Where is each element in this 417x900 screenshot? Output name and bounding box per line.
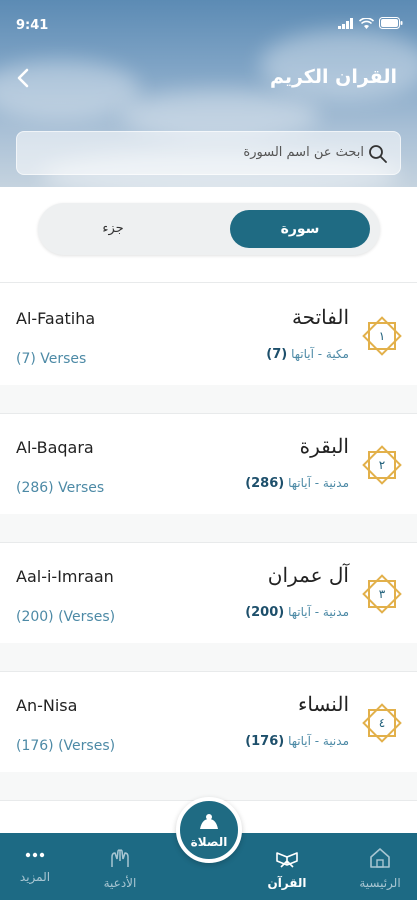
- surah-verses-ar: مدنية - آياتها (176): [245, 734, 349, 749]
- nav-quran[interactable]: القرآن: [252, 847, 322, 890]
- surah-number: ١: [378, 329, 386, 343]
- nav-duas[interactable]: الأدعية: [85, 847, 155, 890]
- surah-verses-ar: مدنية - آياتها (286): [245, 476, 349, 491]
- home-icon: [370, 848, 390, 868]
- surah-type-ar: مدنية - آياتها: [288, 605, 349, 619]
- search-input[interactable]: ابحث عن اسم السورة: [16, 131, 401, 175]
- surah-name-ar: النساء: [297, 692, 349, 716]
- search-icon: [369, 145, 387, 163]
- prayer-button[interactable]: الصلاة: [176, 797, 242, 863]
- signal-icon: [338, 17, 353, 29]
- surah-number-badge: ١: [361, 315, 403, 357]
- page-title: القران الكريم: [269, 66, 397, 88]
- surah-verses-en: (176) (Verses): [16, 738, 116, 754]
- surah-row[interactable]: Al-Baqara (286) Verses البقرة مدنية - آي…: [0, 414, 417, 514]
- tab-juz[interactable]: جزء: [68, 210, 158, 248]
- surah-list-panel: سورة جزء Al-Faatiha (7) Verses الفاتحة م…: [0, 187, 417, 900]
- surah-name-en: Al-Baqara: [16, 438, 94, 457]
- surah-name-en: Aal-i-Imraan: [16, 567, 114, 586]
- surah-name-ar: آل عمران: [267, 563, 349, 587]
- prayer-icon: [200, 814, 218, 829]
- quran-book-icon: [276, 852, 298, 868]
- surah-name-en: Al-Faatiha: [16, 309, 96, 328]
- surah-type-ar: مكية - آياتها: [291, 347, 349, 361]
- surah-number: ٤: [378, 716, 386, 730]
- surah-count-ar: (286): [245, 476, 285, 491]
- surah-number-badge: ٢: [361, 444, 403, 486]
- surah-verses-ar: مدنية - آياتها (200): [245, 605, 349, 620]
- nav-more-label: المزيد: [19, 870, 51, 884]
- surah-verses-en: (286) Verses: [16, 480, 105, 496]
- more-dots-icon: [25, 852, 45, 858]
- nav-more[interactable]: المزيد: [0, 847, 70, 884]
- surah-count-ar: (176): [245, 734, 285, 749]
- prayer-label: الصلاة: [190, 835, 228, 849]
- surah-type-ar: مدنية - آياتها: [288, 476, 349, 490]
- surah-verses-en: (200) (Verses): [16, 609, 116, 625]
- back-arrow-icon: [17, 68, 29, 88]
- surah-number-badge: ٤: [361, 702, 403, 744]
- tab-surah[interactable]: سورة: [230, 210, 370, 248]
- surah-name-en: An-Nisa: [16, 696, 78, 715]
- surah-verses-ar: مكية - آياتها (7): [266, 347, 349, 362]
- tab-switcher: سورة جزء: [38, 203, 380, 255]
- surah-name-ar: الفاتحة: [291, 305, 349, 329]
- surah-row[interactable]: An-Nisa (176) (Verses) النساء مدنية - آي…: [0, 672, 417, 772]
- surah-count-ar: (200): [245, 605, 285, 620]
- surah-number-badge: ٣: [361, 573, 403, 615]
- dua-hands-icon: [111, 849, 129, 867]
- nav-quran-label: القرآن: [267, 876, 307, 890]
- header: 9:41 القران الكريم ابحث عن اسم السورة: [0, 0, 417, 187]
- status-time: 9:41: [16, 18, 49, 33]
- nav-home-label: الرئيسية: [359, 876, 401, 890]
- surah-number: ٢: [378, 458, 386, 472]
- surah-row[interactable]: Aal-i-Imraan (200) (Verses) آل عمران مدن…: [0, 543, 417, 643]
- surah-count-ar: (7): [266, 347, 288, 362]
- surah-row[interactable]: Al-Faatiha (7) Verses الفاتحة مكية - آيا…: [0, 285, 417, 385]
- wifi-icon: [359, 17, 374, 29]
- status-icons: [338, 17, 403, 29]
- search-placeholder: ابحث عن اسم السورة: [243, 145, 364, 160]
- nav-duas-label: الأدعية: [103, 876, 137, 890]
- back-button[interactable]: [10, 64, 38, 92]
- surah-number: ٣: [378, 587, 386, 601]
- surah-type-ar: مدنية - آياتها: [288, 734, 349, 748]
- nav-home[interactable]: الرئيسية: [345, 847, 415, 890]
- surah-name-ar: البقرة: [299, 434, 349, 458]
- battery-icon: [379, 17, 403, 29]
- surah-verses-en: (7) Verses: [16, 351, 87, 367]
